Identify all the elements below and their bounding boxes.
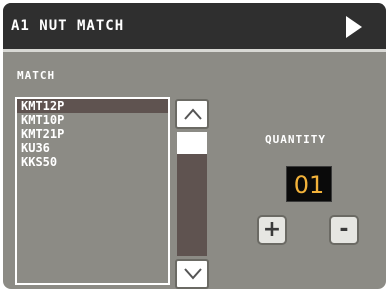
chevron-down-icon [184, 268, 202, 280]
match-label: MATCH [17, 69, 56, 82]
scroll-up-button[interactable] [175, 99, 209, 129]
window-title: A1 NUT MATCH [11, 18, 125, 34]
title-bar: A1 NUT MATCH [3, 3, 386, 52]
list-item[interactable]: KU36 [17, 141, 168, 155]
list-item[interactable]: KMT10P [17, 113, 168, 127]
list-item[interactable]: KMT21P [17, 127, 168, 141]
list-item[interactable]: KMT12P [17, 99, 168, 113]
chevron-up-icon [184, 108, 202, 120]
scroll-down-button[interactable] [175, 259, 209, 289]
decrement-button[interactable]: - [329, 215, 359, 245]
quantity-label: QUANTITY [265, 133, 326, 146]
quantity-display: 01 [286, 166, 332, 202]
match-listbox[interactable]: KMT12P KMT10P KMT21P KU36 KKS50 [15, 97, 170, 285]
scroll-thumb[interactable] [177, 132, 207, 154]
increment-button[interactable]: + [257, 215, 287, 245]
nut-match-panel: A1 NUT MATCH MATCH KMT12P KMT10P KMT21P … [3, 3, 386, 289]
play-arrow-icon[interactable] [346, 16, 362, 38]
list-item[interactable]: KKS50 [17, 155, 168, 169]
list-scrollbar[interactable] [175, 99, 209, 289]
